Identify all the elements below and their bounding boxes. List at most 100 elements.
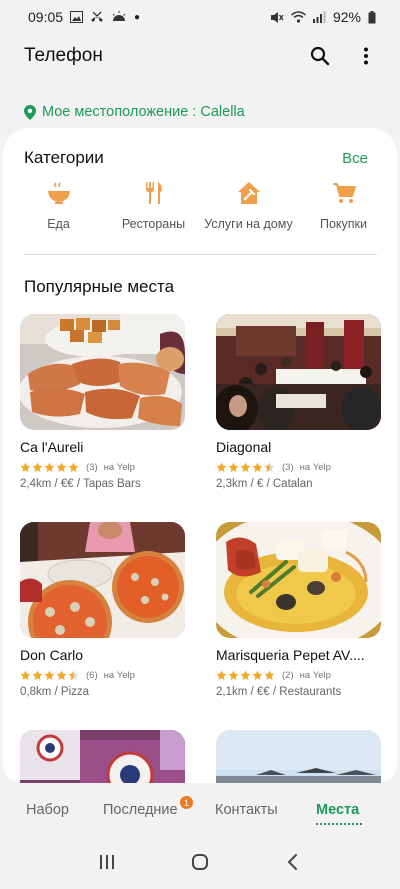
star-icon <box>228 461 239 472</box>
category-shopping[interactable]: Покупки <box>296 180 391 232</box>
tab-recent[interactable]: Последние <box>103 802 178 818</box>
weather-icon <box>112 11 126 21</box>
battery-icon <box>368 10 376 23</box>
place-meta: 2,1km / €€ / Restaurants <box>216 686 342 698</box>
place-card-diagonal[interactable]: Diagonal (3) на Yelp 2,3km / € / Catalan <box>216 314 381 490</box>
signal-icon <box>312 11 326 23</box>
dot-icon: ● <box>134 11 141 23</box>
star-icon <box>32 669 43 680</box>
place-photo <box>20 522 185 638</box>
star-icon <box>44 461 55 472</box>
app-title: Телефон <box>24 45 103 66</box>
star-icon <box>56 669 67 680</box>
home-service-icon <box>236 180 262 206</box>
rating-count: (6) <box>86 669 98 681</box>
star-icon <box>252 669 263 680</box>
star-icon <box>216 669 227 680</box>
category-label: Услуги на дому <box>204 217 293 231</box>
rating-source: на Yelp <box>299 461 331 473</box>
battery-percent: 92% <box>332 9 361 25</box>
rating-source: на Yelp <box>103 669 135 681</box>
place-photo <box>216 730 381 783</box>
star-icon <box>32 461 43 472</box>
star-icon <box>20 461 31 472</box>
star-icon <box>240 669 251 680</box>
place-photo <box>216 522 381 638</box>
rating-source: на Yelp <box>299 669 331 681</box>
location-label: Мое местоположение : Calella <box>42 104 245 120</box>
recent-badge: 1 <box>180 796 193 809</box>
tab-places[interactable]: Места <box>316 802 359 818</box>
star-icon <box>228 669 239 680</box>
star-icon <box>240 461 251 472</box>
fork-knife-icon <box>141 180 167 206</box>
rating-stars <box>216 669 276 681</box>
star-icon <box>20 669 31 680</box>
mute-icon <box>270 11 284 23</box>
tab-contacts[interactable]: Контакты <box>215 802 278 818</box>
category-label: Рестораны <box>121 217 186 231</box>
search-icon[interactable] <box>308 44 332 68</box>
star-icon <box>68 669 79 680</box>
rating-count: (3) <box>282 461 294 473</box>
category-restaurants[interactable]: Рестораны <box>106 180 201 232</box>
food-bowl-icon <box>46 180 72 206</box>
place-card-don-carlo[interactable]: Don Carlo (6) на Yelp 0,8km / Pizza <box>20 522 185 698</box>
rating-count: (3) <box>86 461 98 473</box>
category-label: Покупки <box>319 217 367 231</box>
app-bar: Телефон <box>0 34 400 78</box>
divider <box>24 254 377 255</box>
see-all-link[interactable]: Все <box>342 150 368 167</box>
star-icon <box>68 461 79 472</box>
location-pin-icon <box>24 104 36 120</box>
more-vert-icon[interactable] <box>354 44 378 68</box>
status-bar: 09:05 ● 92% <box>0 0 400 34</box>
category-label: Еда <box>47 217 70 231</box>
popular-places-title: Популярные места <box>24 277 175 296</box>
place-photo <box>216 314 381 430</box>
star-icon <box>44 669 55 680</box>
place-meta: 2,3km / € / Catalan <box>216 478 313 490</box>
home-icon[interactable] <box>191 853 209 876</box>
categories-title: Категории <box>24 148 104 167</box>
place-rating: (2) на Yelp <box>216 668 381 682</box>
rating-stars <box>20 461 80 473</box>
rating-stars <box>20 669 80 681</box>
rating-count: (2) <box>282 669 294 681</box>
missed-call-icon <box>91 11 104 22</box>
recents-icon[interactable] <box>98 853 116 876</box>
place-photo <box>20 314 185 430</box>
star-icon <box>264 669 275 680</box>
place-rating: (3) на Yelp <box>216 460 381 474</box>
place-card-marisqueria-pepet[interactable]: Marisqueria Pepet AV.... (2) на Yelp 2,1… <box>216 522 381 698</box>
place-name: Don Carlo <box>20 647 84 663</box>
bottom-tab-bar: Набор Последние 1 Контакты Места <box>0 790 400 834</box>
places-card: Категории Все Еда Рестораны Услуги на до… <box>3 128 397 783</box>
place-card-5[interactable] <box>20 730 185 783</box>
star-icon <box>264 461 275 472</box>
status-time: 09:05 <box>28 9 64 25</box>
place-name: Ca l'Aureli <box>20 439 84 455</box>
place-meta: 2,4km / €€ / Tapas Bars <box>20 478 141 490</box>
rating-stars <box>216 461 276 473</box>
gallery-icon <box>70 11 84 23</box>
star-icon <box>216 461 227 472</box>
active-tab-indicator <box>316 823 362 825</box>
category-home-services[interactable]: Услуги на дому <box>201 180 296 232</box>
star-icon <box>252 461 263 472</box>
category-food[interactable]: Еда <box>11 180 106 232</box>
rating-source: на Yelp <box>103 461 135 473</box>
tab-keypad[interactable]: Набор <box>26 802 69 818</box>
place-meta: 0,8km / Pizza <box>20 686 90 698</box>
back-icon[interactable] <box>284 853 302 876</box>
wifi-icon <box>290 11 306 23</box>
place-name: Diagonal <box>216 439 272 455</box>
place-photo <box>20 730 185 783</box>
place-name: Marisqueria Pepet AV.... <box>216 647 365 663</box>
place-card-6[interactable] <box>216 730 381 783</box>
categories-list: Еда Рестораны Услуги на дому Покупки <box>11 180 391 232</box>
location-row[interactable]: Мое местоположение : Calella <box>24 101 245 123</box>
system-nav-bar <box>0 840 400 889</box>
shopping-cart-icon <box>331 180 357 206</box>
place-card-ca-laureli[interactable]: Ca l'Aureli (3) на Yelp 2,4km / €€ / Tap… <box>20 314 185 490</box>
